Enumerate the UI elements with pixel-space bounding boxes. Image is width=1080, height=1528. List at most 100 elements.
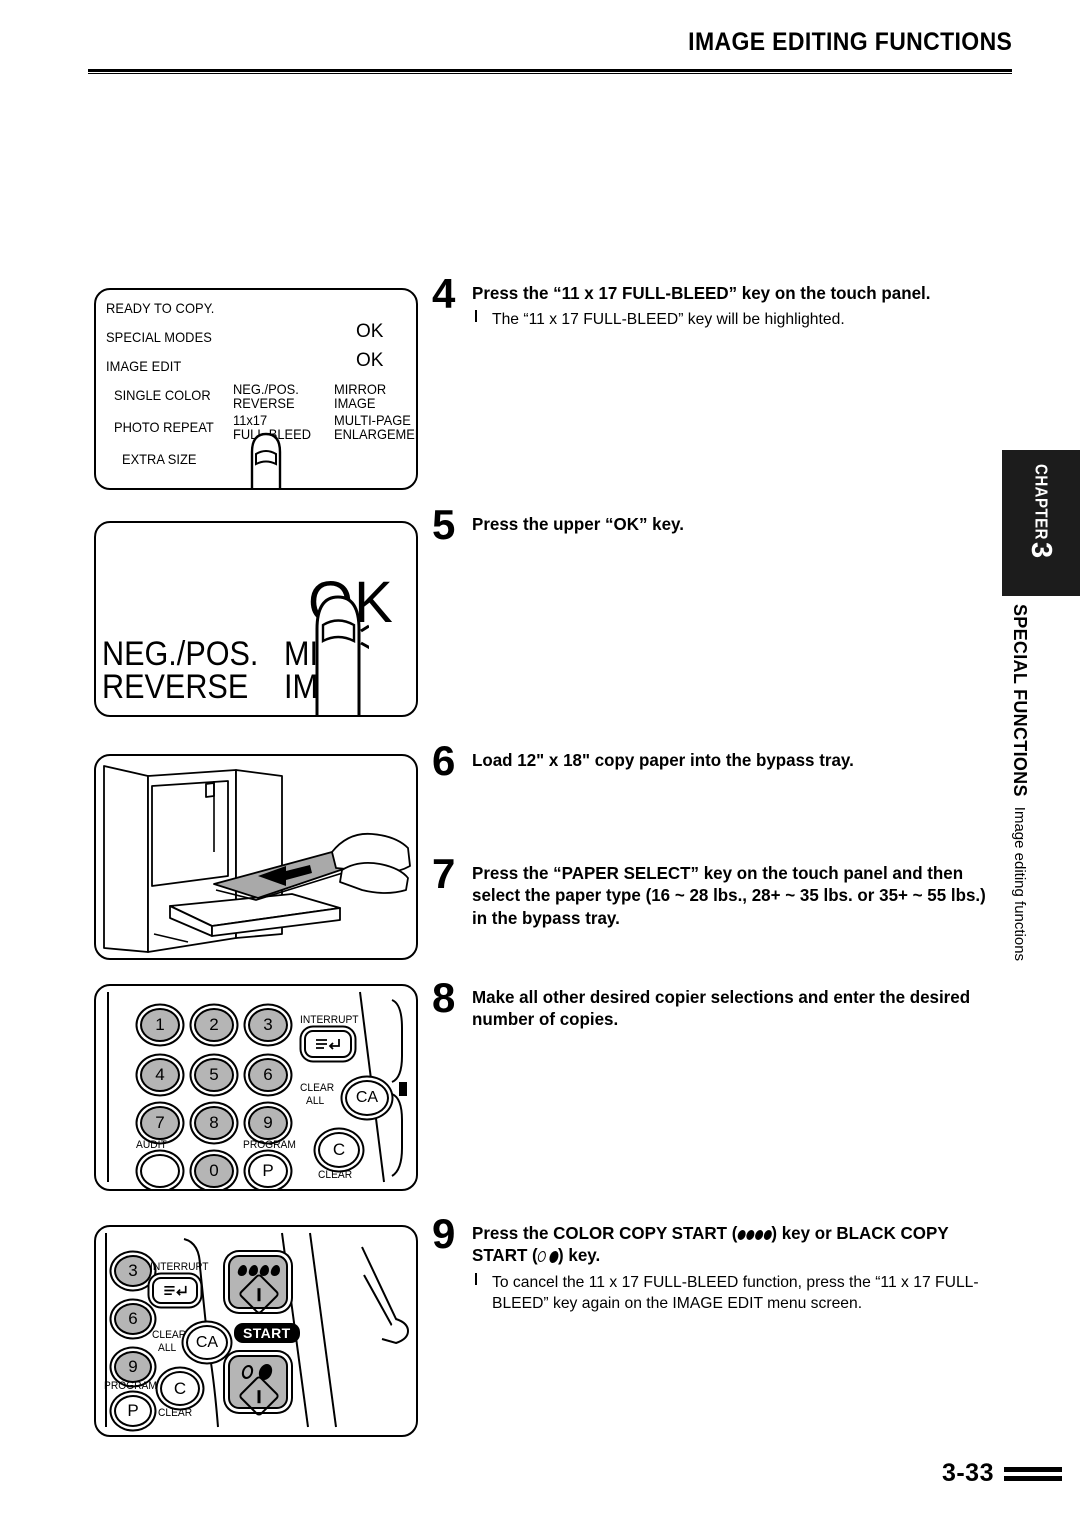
touch-panel-ok-lower[interactable]: OK [356, 350, 383, 372]
start-panel-label-interrupt: INTERRUPT [150, 1261, 209, 1273]
touch-panel-row-image-edit: IMAGE EDIT [106, 358, 182, 374]
side-section-regular: Image editing functions [1011, 806, 1029, 962]
step-9-title-part1: Press the COLOR COPY START ( [472, 1223, 738, 1243]
illustration-touch-panel: READY TO COPY. SPECIAL MODES OK IMAGE ED… [94, 288, 418, 490]
start-panel-key-6[interactable]: 6 [114, 1303, 152, 1335]
step-7: 7 Press the “PAPER SELECT” key on the to… [432, 852, 1012, 929]
bypass-tray-drawing [103, 765, 411, 953]
multipage-line1: MULTI-PAGE [334, 412, 411, 428]
start-panel-label-clear-all-2: ALL [158, 1342, 177, 1354]
start-panel-key-interrupt[interactable] [152, 1277, 198, 1304]
black-dots-inline-icon [536, 1250, 560, 1263]
touch-panel-key-single-color[interactable]: SINGLE COLOR [114, 388, 211, 402]
keypad-key-3[interactable]: 3 [248, 1008, 288, 1042]
interrupt-icon [316, 1039, 340, 1050]
start-panel-label-clear-all-1: CLEAR [152, 1329, 187, 1341]
zoom-negpos-label: NEG./POS. REVERSE [102, 635, 259, 706]
step-4: 4 Press the “11 x 17 FULL-BLEED” key on … [432, 273, 1012, 331]
step-8: 8 Make all other desired copier selectio… [432, 977, 1012, 1031]
keypad-key-6[interactable]: 6 [248, 1058, 288, 1092]
touch-panel-key-extra-size[interactable]: EXTRA SIZE [122, 452, 196, 466]
touch-panel-key-multi-page-enlargement[interactable]: MULTI-PAGE ENLARGEMENT [334, 412, 416, 442]
keypad-key-4[interactable]: 4 [140, 1058, 180, 1092]
keypad-key-2[interactable]: 2 [194, 1008, 234, 1042]
page-number-bars [1004, 1466, 1062, 1481]
zoom-negpos-line1: NEG./POS. [102, 635, 259, 673]
black-copy-start-key[interactable] [228, 1355, 288, 1418]
step-4-title: Press the “11 x 17 FULL-BLEED” key on th… [472, 283, 931, 303]
touch-panel-key-photo-repeat[interactable]: PHOTO REPEAT [114, 420, 214, 434]
step-8-number: 8 [432, 974, 456, 1021]
keypad-key-program[interactable]: P [248, 1154, 288, 1188]
step-9-title-part3: ) key. [558, 1245, 601, 1266]
page-title: IMAGE EDITING FUNCTIONS [687, 28, 1012, 56]
step-5-title: Press the upper “OK” key. [472, 514, 684, 534]
start-panel-key-9[interactable]: 9 [114, 1351, 152, 1383]
negpos-line2: REVERSE [233, 395, 295, 411]
start-panel-key-program[interactable]: P [114, 1395, 152, 1427]
start-panel-label-clear: CLEAR [158, 1407, 193, 1419]
step-9-title: Press the COLOR COPY START () key or BLA… [472, 1222, 996, 1267]
step-4-note-text: The “11 x 17 FULL-BLEED” key will be hig… [492, 311, 845, 329]
multipage-line2: ENLARGEMENT [334, 426, 416, 442]
start-panel-key-clear-all[interactable]: CA [186, 1325, 228, 1360]
keypad-key-1[interactable]: 1 [140, 1008, 180, 1042]
keypad-label-audit: AUDIT [136, 1139, 167, 1151]
step-9: 9 Press the COLOR COPY START () key or B… [432, 1212, 1012, 1315]
keypad-key-audit[interactable] [140, 1154, 180, 1188]
page-number: 3-33 [941, 1459, 994, 1487]
keypad-key-interrupt[interactable] [304, 1030, 352, 1058]
color-copy-start-key[interactable] [228, 1255, 288, 1316]
chapter-label: CHAPTER [1031, 464, 1051, 541]
chapter-tab: CHAPTER 3 [1002, 450, 1080, 596]
step-7-number: 7 [432, 850, 456, 897]
keypad-key-5[interactable]: 5 [194, 1058, 234, 1092]
step-5-number: 5 [432, 501, 456, 548]
keypad-label-clear: CLEAR [318, 1169, 353, 1181]
touch-panel-ok-upper[interactable]: OK [356, 321, 383, 343]
start-panel-key-clear[interactable]: C [160, 1371, 200, 1406]
step-7-title: Press the “PAPER SELECT” key on the touc… [472, 863, 986, 928]
interrupt-icon [163, 1285, 187, 1296]
page-number-block: 3-33 [942, 1459, 1062, 1488]
finger-pointer-icon [236, 418, 296, 488]
finger-pointer-large-icon [309, 585, 369, 715]
start-panel-key-3[interactable]: 3 [114, 1255, 152, 1287]
illustration-bypass-tray [94, 754, 418, 960]
color-dots-inline-icon [736, 1230, 773, 1240]
keypad-key-0[interactable]: 0 [194, 1154, 234, 1188]
side-section-bold: SPECIAL FUNCTIONS [1010, 604, 1031, 797]
bullet-icon [472, 309, 492, 330]
negpos-line1: NEG./POS. [233, 381, 299, 397]
step-5: 5 Press the upper “OK” key. [432, 504, 1012, 546]
keypad-label-interrupt: INTERRUPT [300, 1014, 359, 1026]
keypad-key-7[interactable]: 7 [140, 1106, 180, 1140]
start-panel-label-program: PROGRAM [104, 1380, 157, 1392]
step-9-number: 9 [432, 1210, 456, 1257]
keypad-label-clear-all-2: ALL [306, 1095, 325, 1107]
keypad-label-clear-all-1: CLEAR [300, 1082, 335, 1094]
zoom-negpos-line2: REVERSE [102, 667, 249, 706]
page-header: IMAGE EDITING FUNCTIONS [88, 28, 1012, 80]
illustration-ok-zoom: OK NEG./POS. REVERSE MIR IMA [94, 521, 418, 717]
step-4-number: 4 [432, 270, 456, 317]
side-section-label: SPECIAL FUNCTIONS Image editing function… [1002, 604, 1038, 1034]
bullet-icon [472, 1272, 492, 1315]
touch-panel-status: READY TO COPY. [106, 300, 215, 316]
mirror-line1: MIRROR [334, 381, 387, 397]
illustration-keypad: 1 2 3 4 5 6 7 8 9 0 P AUDIT PROGRAM INTE… [94, 984, 418, 1191]
step-8-title: Make all other desired copier selections… [472, 987, 971, 1030]
step-9-note-text: To cancel the 11 x 17 FULL-BLEED functio… [492, 1273, 979, 1313]
keypad-key-9[interactable]: 9 [248, 1106, 288, 1140]
header-rule [88, 69, 1012, 74]
keypad-key-clear[interactable]: C [318, 1132, 360, 1168]
mirror-line2: IMAGE [334, 395, 376, 411]
chapter-number: 3 [1025, 542, 1058, 559]
step-9-note: To cancel the 11 x 17 FULL-BLEED functio… [472, 1272, 1012, 1315]
keypad-key-clear-all[interactable]: CA [345, 1080, 389, 1116]
touch-panel-key-mirror-image[interactable]: MIRROR IMAGE [334, 382, 386, 410]
touch-panel-key-negpos-reverse[interactable]: NEG./POS. REVERSE [233, 382, 299, 410]
step-6: 6 Load 12" x 18" copy paper into the byp… [432, 740, 1012, 782]
keypad-key-8[interactable]: 8 [194, 1106, 234, 1140]
step-6-title: Load 12" x 18" copy paper into the bypas… [472, 750, 854, 770]
